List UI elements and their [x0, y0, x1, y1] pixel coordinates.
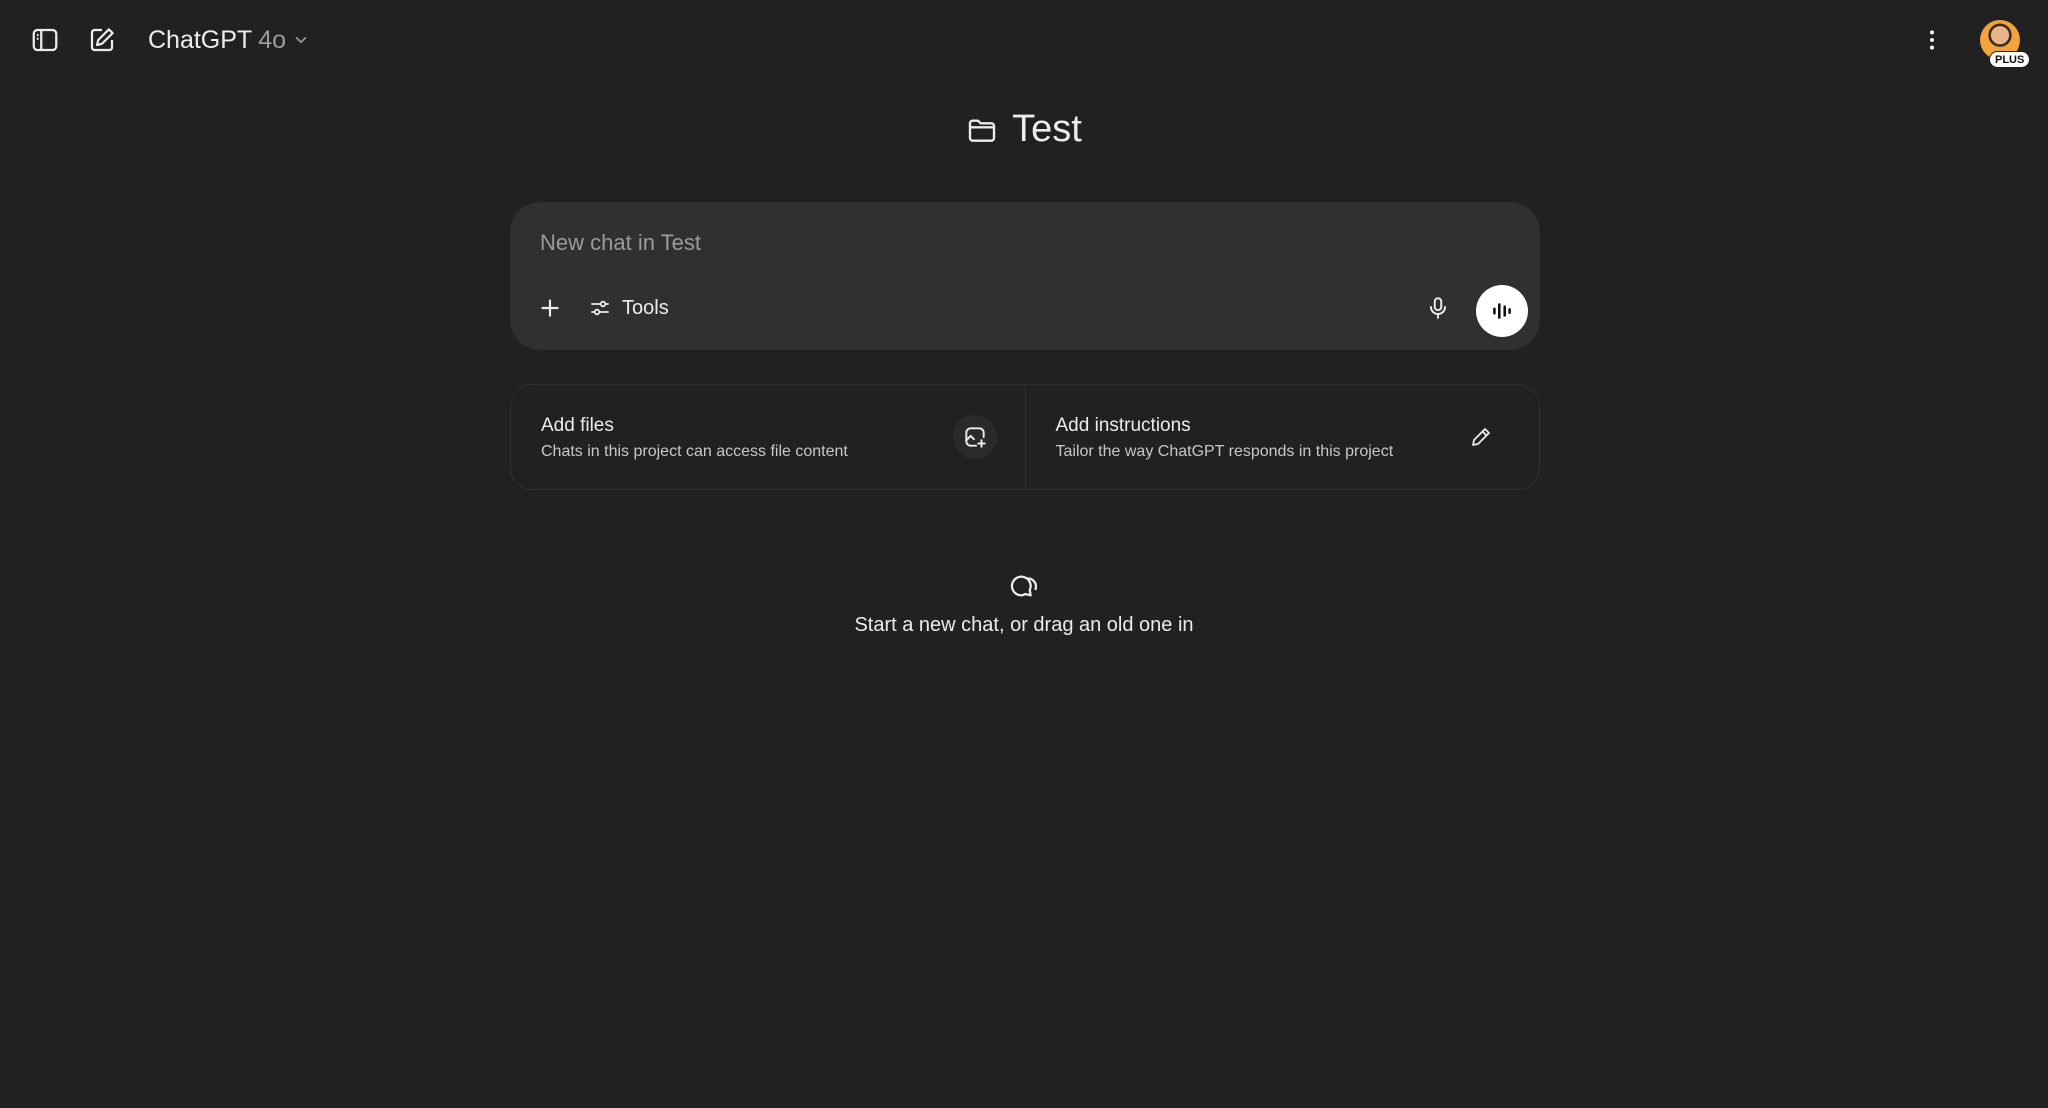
tools-button[interactable]: Tools	[582, 288, 679, 328]
add-instructions-card[interactable]: Add instructions Tailor the way ChatGPT …	[1024, 385, 1540, 489]
top-bar: ChatGPT 4o PLUS	[0, 0, 2048, 80]
empty-state: Start a new chat, or drag an old one in	[0, 570, 2048, 637]
model-selector[interactable]: ChatGPT 4o	[148, 20, 310, 60]
add-files-description: Chats in this project can access file co…	[541, 443, 848, 460]
folder-icon	[968, 118, 996, 142]
more-vertical-icon	[1929, 30, 1935, 50]
chevron-down-icon	[295, 36, 307, 44]
sidebar-toggle-icon	[32, 28, 58, 52]
model-name: ChatGPT	[148, 25, 253, 54]
plus-icon	[541, 299, 559, 317]
sidebar-toggle-button[interactable]	[21, 16, 69, 64]
add-attachment-button[interactable]	[528, 286, 572, 330]
tools-label: Tools	[622, 296, 669, 319]
add-instructions-description: Tailor the way ChatGPT responds in this …	[1055, 443, 1394, 460]
project-header: Test	[0, 108, 2048, 151]
chat-input[interactable]: New chat in Test	[540, 230, 1440, 266]
model-version: 4o	[258, 25, 287, 54]
page-title: Test	[1012, 108, 1082, 150]
sliders-icon	[591, 300, 609, 316]
project-actions: Add files Chats in this project can acce…	[510, 384, 1540, 490]
add-instructions-icon-wrap	[1459, 415, 1503, 459]
plan-badge: PLUS	[1989, 51, 2031, 68]
add-files-icon-wrap	[952, 415, 997, 459]
add-files-card[interactable]: Add files Chats in this project can acce…	[511, 385, 1025, 489]
voice-mode-button[interactable]	[1476, 285, 1528, 337]
chat-bubbles-icon	[1010, 575, 1038, 597]
new-chat-icon	[90, 28, 114, 52]
more-options-button[interactable]	[1908, 16, 1956, 64]
add-files-title: Add files	[541, 415, 614, 436]
composer: New chat in Test Tools	[510, 202, 1540, 350]
voice-waveform-icon	[1493, 303, 1511, 319]
dictate-button[interactable]	[1416, 286, 1460, 330]
file-add-icon	[964, 427, 986, 448]
empty-state-text: Start a new chat, or drag an old one in	[854, 614, 1194, 636]
new-chat-button[interactable]	[78, 16, 126, 64]
pencil-icon	[1472, 428, 1490, 446]
microphone-icon	[1429, 297, 1447, 319]
add-instructions-title: Add instructions	[1055, 415, 1191, 436]
